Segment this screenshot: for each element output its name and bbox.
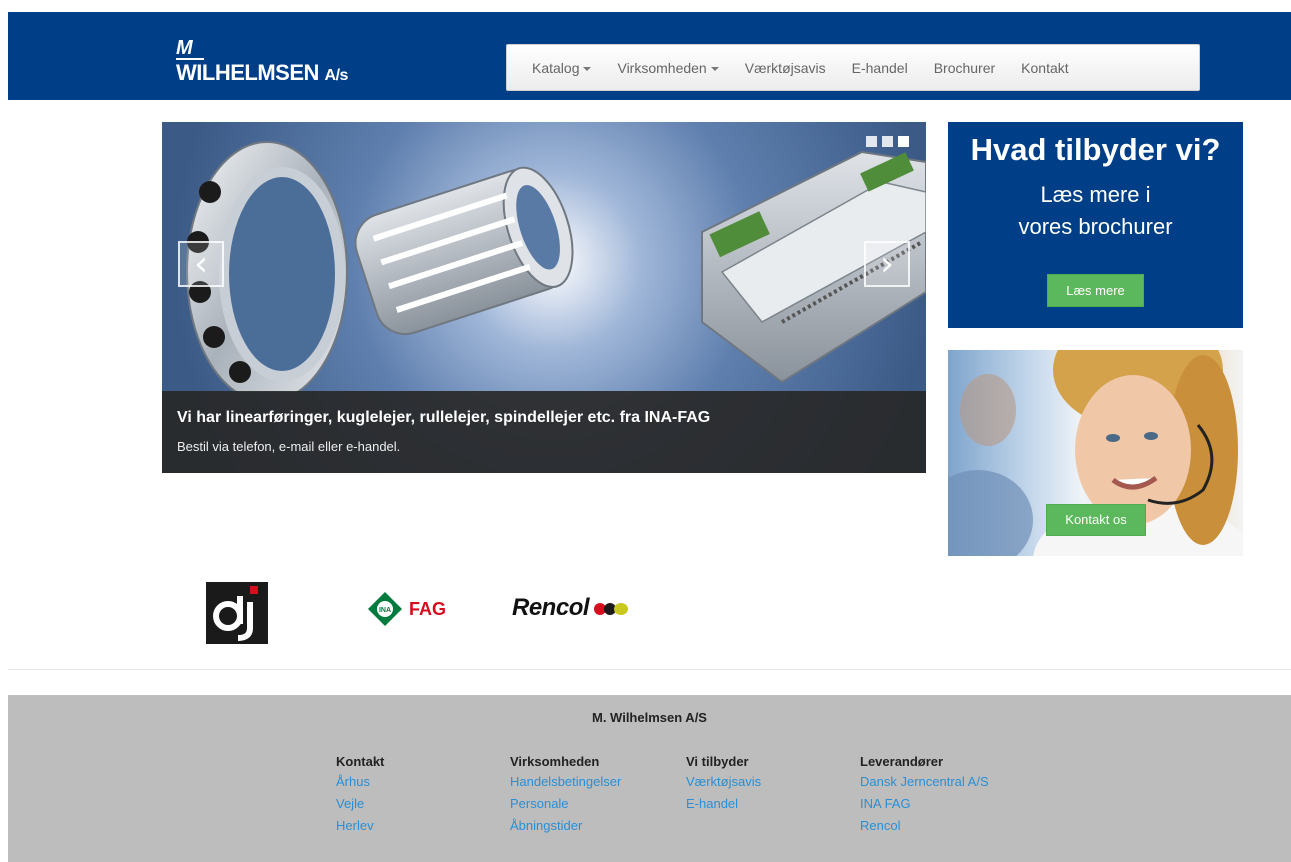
footer-link-dansk-jerncentral[interactable]: Dansk Jerncentral A/S bbox=[860, 771, 989, 793]
company-logo[interactable]: M WILHELMSEN A/s bbox=[176, 38, 348, 84]
brochure-promo-box: Hvad tilbyder vi? Læs mere i vores broch… bbox=[948, 122, 1243, 328]
contact-us-button[interactable]: Kontakt os bbox=[1046, 504, 1146, 536]
nav-item-ehandel[interactable]: E-handel bbox=[839, 60, 921, 76]
promo-heading: Hvad tilbyder vi? bbox=[970, 132, 1221, 167]
hero-carousel[interactable]: ‹ › Vi har linearføringer, kuglelejer, r… bbox=[162, 122, 926, 473]
footer-company-name: M. Wilhelmsen A/S bbox=[592, 710, 707, 725]
footer-col-vi-tilbyder: Vi tilbyder Værktøjsavis E-handel bbox=[686, 754, 761, 815]
carousel-next-button[interactable]: › bbox=[864, 241, 910, 287]
contact-promo-box: Kontakt os bbox=[948, 350, 1243, 556]
footer-link-handelsbetingelser[interactable]: Handelsbetingelser bbox=[510, 771, 621, 793]
nav-item-virksomheden[interactable]: Virksomheden bbox=[604, 60, 731, 76]
logo-monogram: M bbox=[176, 38, 204, 60]
rencol-text: Rencol bbox=[512, 594, 590, 621]
footer-col-kontakt: Kontakt Århus Vejle Herlev bbox=[336, 754, 384, 837]
read-more-button[interactable]: Læs mere bbox=[1047, 274, 1144, 307]
footer-col-virksomheden: Virksomheden Handelsbetingelser Personal… bbox=[510, 754, 621, 837]
dj-logo[interactable] bbox=[206, 582, 268, 644]
chevron-right-icon: › bbox=[880, 244, 894, 284]
fag-text: FAG bbox=[409, 598, 447, 619]
site-header: M WILHELMSEN A/s Katalog Virksomheden Væ… bbox=[8, 12, 1291, 100]
carousel-indicator-3[interactable] bbox=[898, 136, 909, 147]
footer-heading: Virksomheden bbox=[510, 754, 600, 769]
footer-heading: Leverandører bbox=[860, 754, 944, 769]
footer-link-aarhus[interactable]: Århus bbox=[336, 771, 384, 793]
svg-text:INA: INA bbox=[379, 607, 391, 614]
ina-diamond-icon: INA bbox=[368, 592, 402, 626]
caret-down-icon bbox=[583, 66, 592, 71]
section-divider bbox=[8, 669, 1291, 670]
carousel-indicator-2[interactable] bbox=[882, 136, 893, 147]
footer-heading: Kontakt bbox=[336, 754, 385, 769]
nav-item-katalog[interactable]: Katalog bbox=[519, 60, 604, 76]
footer-link-personale[interactable]: Personale bbox=[510, 793, 621, 815]
carousel-indicator-1[interactable] bbox=[866, 136, 877, 147]
chevron-left-icon: ‹ bbox=[194, 244, 208, 284]
bearings-product-image bbox=[186, 141, 926, 392]
footer-col-leverandoerer: Leverandører Dansk Jerncentral A/S INA F… bbox=[860, 754, 989, 837]
main-navbar: Katalog Virksomheden Værktøjsavis E-hand… bbox=[506, 44, 1200, 91]
footer-link-ehandel[interactable]: E-handel bbox=[686, 793, 761, 815]
logo-wordmark: WILHELMSEN A/s bbox=[176, 60, 348, 85]
footer-link-vaerktoejsavis[interactable]: Værktøjsavis bbox=[686, 771, 761, 793]
caret-down-icon bbox=[710, 66, 719, 71]
carousel-caption: Vi har linearføringer, kuglelejer, rulle… bbox=[162, 391, 926, 473]
carousel-caption-subtitle: Bestil via telefon, e-mail eller e-hande… bbox=[177, 439, 401, 454]
footer-link-herlev[interactable]: Herlev bbox=[336, 815, 384, 837]
footer-link-ina-fag[interactable]: INA FAG bbox=[860, 793, 989, 815]
site-footer: M. Wilhelmsen A/S Kontakt Århus Vejle He… bbox=[8, 695, 1291, 862]
supplier-logos: INA FAG Rencol bbox=[0, 580, 1291, 650]
promo-text-line1: Læs mere i bbox=[1040, 182, 1151, 207]
rencol-logo[interactable]: Rencol bbox=[512, 594, 633, 622]
rencol-dots-icon bbox=[594, 603, 629, 615]
nav-item-vaerktoejsavis[interactable]: Værktøjsavis bbox=[732, 60, 839, 76]
carousel-prev-button[interactable]: ‹ bbox=[178, 241, 224, 287]
nav-item-kontakt[interactable]: Kontakt bbox=[1008, 60, 1081, 76]
footer-heading: Vi tilbyder bbox=[686, 754, 749, 769]
promo-text-line2: vores brochurer bbox=[1018, 214, 1173, 239]
footer-link-rencol[interactable]: Rencol bbox=[860, 815, 989, 837]
ina-fag-logo[interactable]: INA FAG bbox=[368, 592, 446, 626]
carousel-caption-title: Vi har linearføringer, kuglelejer, rulle… bbox=[177, 409, 711, 426]
carousel-indicators bbox=[866, 136, 909, 147]
footer-link-vejle[interactable]: Vejle bbox=[336, 793, 384, 815]
footer-link-aabningstider[interactable]: Åbningstider bbox=[510, 815, 621, 837]
nav-item-brochurer[interactable]: Brochurer bbox=[921, 60, 1008, 76]
